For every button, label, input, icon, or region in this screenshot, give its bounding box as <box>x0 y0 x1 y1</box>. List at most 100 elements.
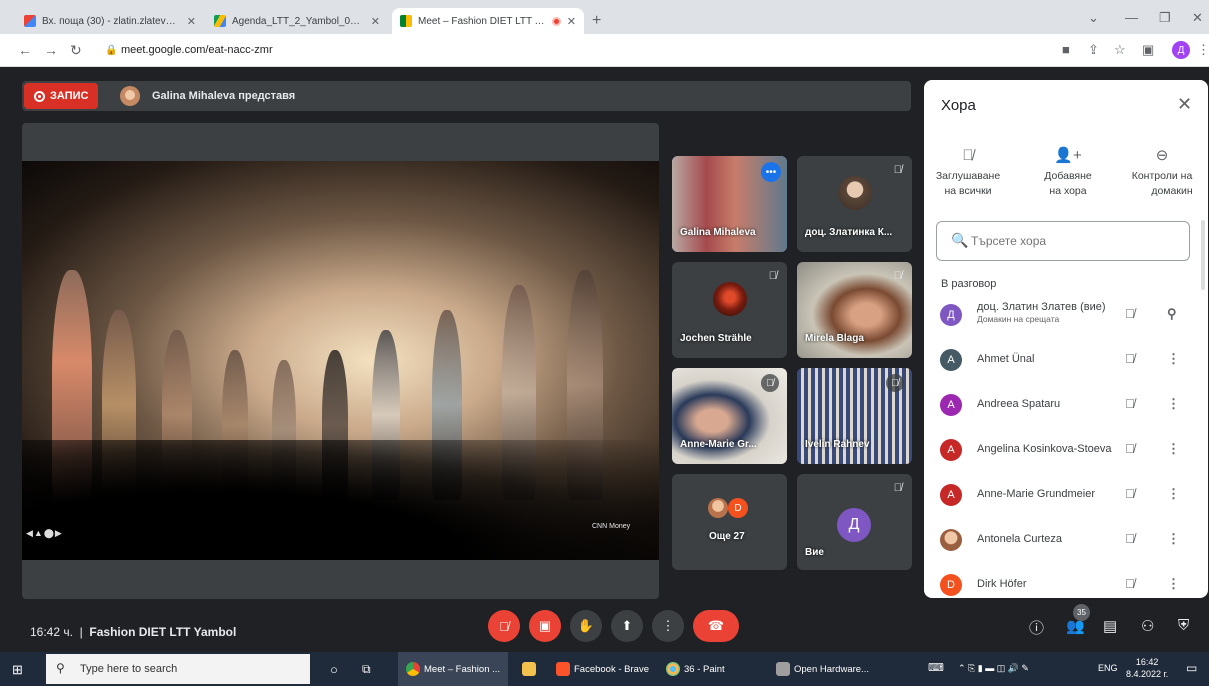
search-people-box: 🔍 <box>936 221 1190 261</box>
participant-tile[interactable]: 🎙̸ Jochen Strähle <box>672 262 787 358</box>
scrollbar[interactable] <box>1201 220 1205 290</box>
camera-toggle-button[interactable]: ▣ <box>529 610 561 642</box>
present-button[interactable]: ⬆ <box>611 610 643 642</box>
participant-row[interactable]: Antonela Curteza 🎙̸ ⋮ <box>924 521 1208 566</box>
url-field[interactable]: meet.google.com/eat-nacc-zmr <box>121 44 273 56</box>
mute-all-button[interactable]: 🎙̸ Заглушаване на всички <box>926 148 1010 199</box>
share-icon[interactable]: ⇪ <box>1088 42 1099 58</box>
more-options-icon[interactable]: ⋮ <box>1167 351 1180 367</box>
browser-menu-icon[interactable]: ⋮ <box>1197 42 1209 58</box>
search-icon: 🔍 <box>951 232 969 248</box>
participant-tile[interactable]: 🎙̸ Ivelin Rahnev <box>797 368 912 464</box>
participant-name: Galina Mihaleva <box>680 227 756 238</box>
participant-row[interactable]: A Andreea Spataru 🎙̸ ⋮ <box>924 386 1208 431</box>
mic-off-icon[interactable]: 🎙̸ <box>1125 351 1135 366</box>
bookmark-star-icon[interactable]: ☆ <box>1114 42 1126 58</box>
participant-tile[interactable]: 🎙̸ доц. Златинка К... <box>797 156 912 252</box>
more-options-icon[interactable]: ⋮ <box>1167 441 1180 457</box>
mic-off-icon[interactable]: 🎙̸ <box>1125 441 1135 456</box>
presentation-banner: ЗАПИС Galina Mihaleva представя <box>22 81 911 111</box>
task-view-icon[interactable]: ⧉ <box>362 652 371 686</box>
system-tray-icons[interactable]: ⌃ ⎘ ▮ ▬ ◫ 🔊 ✎ <box>958 663 1029 674</box>
hang-up-icon: ☎ <box>707 618 725 633</box>
taskbar-item-label: Open Hardware... <box>794 663 869 675</box>
add-people-button[interactable]: 👤+ Добавяне на хора <box>1026 148 1110 199</box>
close-panel-icon[interactable]: ✕ <box>1177 94 1192 115</box>
recording-indicator-icon <box>551 16 561 26</box>
host-controls-icon: ⊖ <box>1155 147 1169 164</box>
participant-row[interactable]: Д доц. Златин Златев (вие) Домакин на ср… <box>924 296 1208 341</box>
forward-icon[interactable]: → <box>44 42 58 58</box>
tab-agenda[interactable]: Agenda_LTT_2_Yambol_06_08_04 ✕ <box>206 8 388 34</box>
close-window-icon[interactable]: ✕ <box>1192 10 1203 26</box>
action-label: на всички <box>944 185 992 197</box>
taskbar-item-meet[interactable]: Meet – Fashion ... <box>398 652 508 686</box>
taskbar-item-hardware[interactable]: Open Hardware... <box>770 652 880 686</box>
mic-off-icon[interactable]: 🎙̸ <box>1125 486 1135 501</box>
activities-icon[interactable]: ⚇ <box>1141 617 1154 635</box>
mic-off-icon[interactable]: 🎙̸ <box>1125 396 1135 411</box>
microphone-toggle-button[interactable]: 🎙̸ <box>488 610 520 642</box>
leave-call-button[interactable]: ☎ <box>693 610 739 642</box>
video-controls[interactable]: ◀▲⬤▶ <box>26 528 63 539</box>
keyboard-icon[interactable]: ⌨ <box>928 661 944 674</box>
participant-tile[interactable]: 🎙̸ Mirela Blaga <box>797 262 912 358</box>
self-label: Вие <box>805 547 824 558</box>
taskbar-item-paint[interactable]: 36 - Paint <box>660 652 760 686</box>
participant-row[interactable]: A Ahmet Ünal 🎙̸ ⋮ <box>924 341 1208 386</box>
participant-row[interactable]: A Angelina Kosinkova-Stoeva 🎙̸ ⋮ <box>924 431 1208 476</box>
taskbar-item-facebook[interactable]: Facebook - Brave <box>550 652 654 686</box>
search-people-input[interactable] <box>971 230 1171 252</box>
participant-avatar <box>713 282 747 316</box>
participant-tile[interactable]: 🎙̸ Anne-Marie Gr... <box>672 368 787 464</box>
language-indicator[interactable]: ENG <box>1098 663 1118 673</box>
more-participants-tile[interactable]: D Още 27 <box>672 474 787 570</box>
reload-icon[interactable]: ↻ <box>70 42 82 59</box>
more-options-icon[interactable]: ⋮ <box>1167 396 1180 412</box>
file-explorer-icon[interactable] <box>514 652 544 686</box>
people-icon[interactable]: 👥 <box>1066 617 1085 635</box>
recording-label: ЗАПИС <box>50 90 89 102</box>
taskbar-clock[interactable]: 16:42 8.4.2022 г. <box>1126 656 1168 680</box>
profile-avatar[interactable]: Д <box>1172 41 1190 59</box>
pin-icon[interactable]: ⚲ <box>1167 306 1177 322</box>
participant-tile[interactable]: ••• Galina Mihaleva <box>672 156 787 252</box>
back-icon[interactable]: ← <box>18 42 32 58</box>
more-options-button[interactable]: ⋮ <box>652 610 684 642</box>
maximize-icon[interactable]: ❐ <box>1159 10 1171 26</box>
self-tile[interactable]: 🎙̸ Д Вие <box>797 474 912 570</box>
new-tab-icon[interactable]: + <box>592 12 601 30</box>
camera-off-icon: ▣ <box>538 618 552 633</box>
participant-row[interactable]: A Anne-Marie Grundmeier 🎙̸ ⋮ <box>924 476 1208 521</box>
participant-avatar: Д <box>940 304 962 326</box>
host-controls-icon[interactable]: ⛨ <box>1178 617 1189 634</box>
participant-role: Домакин на срещата <box>977 314 1060 324</box>
side-panel-icon[interactable]: ▣ <box>1142 42 1154 58</box>
close-tab-icon[interactable]: ✕ <box>371 15 380 28</box>
close-tab-icon[interactable]: ✕ <box>567 15 576 28</box>
chat-icon[interactable]: ▤ <box>1103 617 1117 635</box>
tab-meet[interactable]: Meet – Fashion DIET LTT Yam ✕ <box>392 8 584 34</box>
taskbar-search-text: Type here to search <box>80 663 178 675</box>
more-options-icon[interactable]: ••• <box>761 162 781 182</box>
tab-gmail[interactable]: Вх. поща (30) - zlatin.zlatev@trak ✕ <box>16 8 204 34</box>
taskbar-search[interactable]: ⚲ Type here to search <box>46 654 310 684</box>
notifications-icon[interactable]: ▭ <box>1186 661 1197 675</box>
recording-badge[interactable]: ЗАПИС <box>24 83 99 109</box>
mic-off-icon[interactable]: 🎙̸ <box>1125 531 1135 546</box>
meeting-details-icon[interactable]: ⓘ <box>1029 617 1044 638</box>
tab-search-icon[interactable]: ⌄ <box>1088 10 1099 26</box>
camera-in-use-icon[interactable]: ■ <box>1062 42 1070 57</box>
cortana-icon[interactable]: ○ <box>330 652 338 686</box>
more-options-icon[interactable]: ⋮ <box>1167 531 1180 547</box>
mic-off-icon[interactable]: 🎙̸ <box>1125 306 1135 321</box>
meeting-time: 16:42 ч. <box>30 625 73 639</box>
windows-start-icon[interactable]: ⊞ <box>12 662 23 678</box>
host-controls-button[interactable]: ⊖ Контроли на домакин <box>1116 148 1208 199</box>
close-tab-icon[interactable]: ✕ <box>187 15 196 28</box>
shared-video[interactable]: CNN Money ◀▲⬤▶ <box>22 161 659 560</box>
more-options-icon[interactable]: ⋮ <box>1167 486 1180 502</box>
raise-hand-button[interactable]: ✋ <box>570 610 602 642</box>
minimize-icon[interactable]: — <box>1125 10 1138 25</box>
action-label: Добавяне <box>1044 170 1092 182</box>
